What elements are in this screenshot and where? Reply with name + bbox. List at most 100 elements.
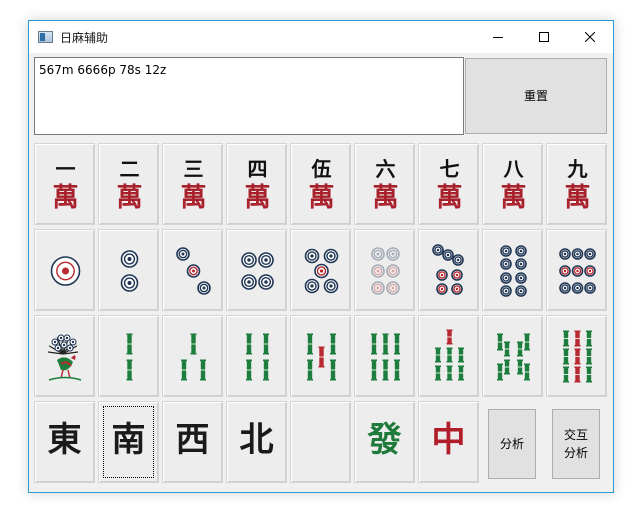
bamboo-stick bbox=[563, 348, 569, 365]
analyze-button[interactable]: 分析 bbox=[488, 409, 536, 479]
tile-man-4[interactable]: 四萬 bbox=[226, 143, 287, 225]
tile-honor-2[interactable]: 南 bbox=[98, 401, 159, 483]
pin-tile-face bbox=[371, 247, 400, 295]
man-character: 萬 bbox=[500, 183, 526, 213]
bamboo-stick bbox=[524, 333, 530, 351]
reset-button[interactable]: 重置 bbox=[465, 58, 607, 134]
tile-man-3[interactable]: 三萬 bbox=[162, 143, 223, 225]
close-button[interactable] bbox=[567, 21, 613, 53]
man-numeral: 四 bbox=[248, 157, 268, 181]
man-tile-face: 一萬 bbox=[52, 157, 78, 213]
pin-circle bbox=[436, 269, 448, 281]
pin-circle bbox=[323, 248, 339, 264]
tile-man-1[interactable]: 一萬 bbox=[34, 143, 95, 225]
minimize-button[interactable] bbox=[475, 21, 521, 53]
close-icon bbox=[585, 32, 595, 42]
man-numeral: 九 bbox=[567, 157, 588, 181]
window-title: 日麻辅助 bbox=[60, 30, 109, 45]
bamboo-stick bbox=[190, 333, 197, 355]
bamboo-stick bbox=[435, 347, 441, 363]
bamboo-stick bbox=[517, 341, 523, 357]
tile-sou-3[interactable] bbox=[162, 315, 223, 397]
honor-character: 北 bbox=[239, 420, 274, 460]
pin-circle bbox=[258, 252, 274, 268]
bamboo-stick bbox=[382, 359, 389, 381]
pin-circle bbox=[241, 252, 257, 268]
pin-circle bbox=[241, 274, 257, 290]
bamboo-stick bbox=[318, 346, 325, 368]
man-tile-face: 八萬 bbox=[500, 157, 526, 213]
tile-man-2[interactable]: 二萬 bbox=[98, 143, 159, 225]
pin-circle bbox=[451, 283, 463, 295]
bamboo-stick bbox=[563, 366, 569, 383]
tile-sou-1[interactable] bbox=[34, 315, 95, 397]
sou-tile-face bbox=[246, 333, 269, 381]
man-character: 萬 bbox=[116, 183, 142, 213]
tile-pin-6[interactable] bbox=[354, 229, 415, 311]
man-numeral: 六 bbox=[376, 157, 396, 181]
bamboo-stick bbox=[394, 359, 400, 381]
hand-input[interactable]: 567m 6666p 78s 12z bbox=[34, 57, 464, 135]
tile-pin-8[interactable] bbox=[482, 229, 543, 311]
tile-sou-6[interactable] bbox=[354, 315, 415, 397]
pin-tile-face bbox=[241, 252, 274, 290]
tile-man-9[interactable]: 九萬 bbox=[546, 143, 607, 225]
tile-pin-2[interactable] bbox=[98, 229, 159, 311]
man-numeral: 三 bbox=[184, 157, 204, 181]
tile-honor-5[interactable] bbox=[290, 401, 351, 483]
pin-circle bbox=[500, 285, 512, 297]
tile-sou-7[interactable] bbox=[418, 315, 479, 397]
tile-honor-4[interactable]: 北 bbox=[226, 401, 287, 483]
bamboo-stick bbox=[504, 341, 510, 357]
tile-honor-3[interactable]: 西 bbox=[162, 401, 223, 483]
sou-tile-face bbox=[47, 334, 82, 381]
maximize-button[interactable] bbox=[521, 21, 567, 53]
bamboo-stick bbox=[586, 330, 592, 347]
bamboo-stick bbox=[458, 365, 464, 381]
tile-man-6[interactable]: 六萬 bbox=[354, 143, 415, 225]
tile-honor-1[interactable]: 東 bbox=[34, 401, 95, 483]
pin-circle bbox=[371, 264, 385, 278]
bamboo-stick bbox=[574, 348, 581, 365]
tile-pin-7[interactable] bbox=[418, 229, 479, 311]
pin-circle bbox=[584, 248, 596, 260]
man-character: 萬 bbox=[52, 183, 78, 213]
tile-man-8[interactable]: 八萬 bbox=[482, 143, 543, 225]
bamboo-stick bbox=[446, 329, 453, 345]
tile-sou-2[interactable] bbox=[98, 315, 159, 397]
pin-circle bbox=[258, 274, 274, 290]
man-tile-face: 四萬 bbox=[244, 157, 270, 213]
man-numeral: 七 bbox=[440, 157, 460, 181]
tile-sou-9[interactable] bbox=[546, 315, 607, 397]
tile-man-7[interactable]: 七萬 bbox=[418, 143, 479, 225]
man-character: 萬 bbox=[244, 183, 270, 213]
pin-tile-face bbox=[500, 245, 527, 297]
pin-tile-face bbox=[50, 256, 81, 286]
tile-man-5[interactable]: 伍萬 bbox=[290, 143, 351, 225]
man-tile-face: 二萬 bbox=[116, 157, 142, 213]
bamboo-stick bbox=[263, 333, 269, 355]
tile-pin-4[interactable] bbox=[226, 229, 287, 311]
tile-sou-4[interactable] bbox=[226, 315, 287, 397]
pin-circle bbox=[176, 247, 190, 261]
pin-circle bbox=[386, 264, 400, 278]
pin-circle bbox=[571, 248, 584, 260]
tile-honor-7[interactable]: 中 bbox=[418, 401, 479, 483]
tile-pin-9[interactable] bbox=[546, 229, 607, 311]
sou-tile-face bbox=[497, 333, 530, 381]
pin-circle bbox=[515, 285, 527, 297]
tile-pin-1[interactable] bbox=[34, 229, 95, 311]
tile-pin-3[interactable] bbox=[162, 229, 223, 311]
interactive-analyze-button[interactable]: 交互 分析 bbox=[552, 409, 600, 479]
tile-honor-6[interactable]: 發 bbox=[354, 401, 415, 483]
tile-pin-5[interactable] bbox=[290, 229, 351, 311]
bamboo-stick bbox=[371, 359, 377, 381]
man-tile-face: 七萬 bbox=[436, 157, 462, 213]
man-tile-face: 三萬 bbox=[180, 157, 206, 213]
sou-tile-face bbox=[307, 333, 336, 381]
peacock-icon bbox=[47, 334, 82, 381]
tile-sou-8[interactable] bbox=[482, 315, 543, 397]
pin-circle bbox=[571, 265, 584, 277]
tile-sou-5[interactable] bbox=[290, 315, 351, 397]
bamboo-stick bbox=[497, 333, 503, 351]
